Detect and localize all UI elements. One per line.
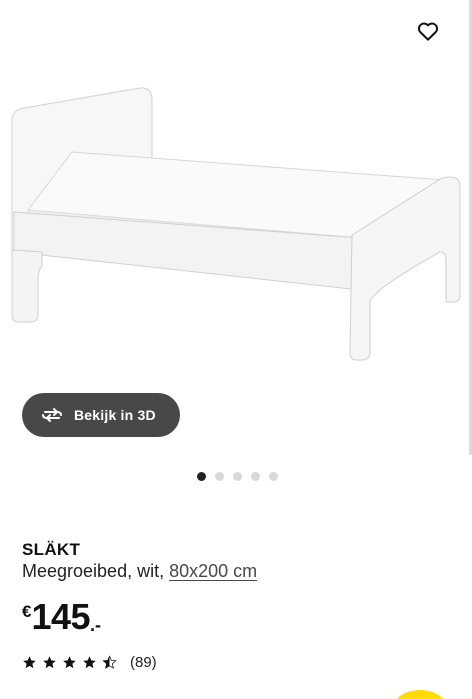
heart-outline-icon [417,22,439,41]
product-name: SLÄKT [22,540,81,559]
carousel-dot-3[interactable] [233,472,242,481]
product-type: Meegroeibed, wit, [22,561,170,581]
carousel-dot-1[interactable] [197,472,206,481]
view-in-3d-label: Bekijk in 3D [74,407,156,423]
price-integer: 145 [31,596,91,637]
carousel-dot-2[interactable] [215,472,224,481]
product-description: Meegroeibed, wit, 80x200 cm [22,561,257,582]
star-icon [63,656,76,669]
rotate-3d-icon [42,408,62,422]
price-currency: € [22,602,32,621]
product-rating[interactable]: (89) [22,654,157,671]
view-in-3d-button[interactable]: Bekijk in 3D [22,393,180,437]
star-icon [43,656,56,669]
carousel-dot-4[interactable] [251,472,260,481]
product-price: € 145 .- [22,597,101,639]
product-size-link[interactable]: 80x200 cm [169,561,257,581]
star-icon [83,656,96,669]
review-count: (89) [130,654,157,671]
star-half-icon [102,655,117,669]
star-icon [23,656,36,669]
price-decimal: .- [90,615,102,635]
bed-product-image [11,87,461,361]
favorite-button[interactable] [414,17,442,45]
carousel-pagination [197,472,278,481]
carousel-dot-5[interactable] [269,472,278,481]
floating-cart-button[interactable] [395,690,445,699]
product-image-gallery[interactable]: Bekijk in 3D [0,0,472,455]
